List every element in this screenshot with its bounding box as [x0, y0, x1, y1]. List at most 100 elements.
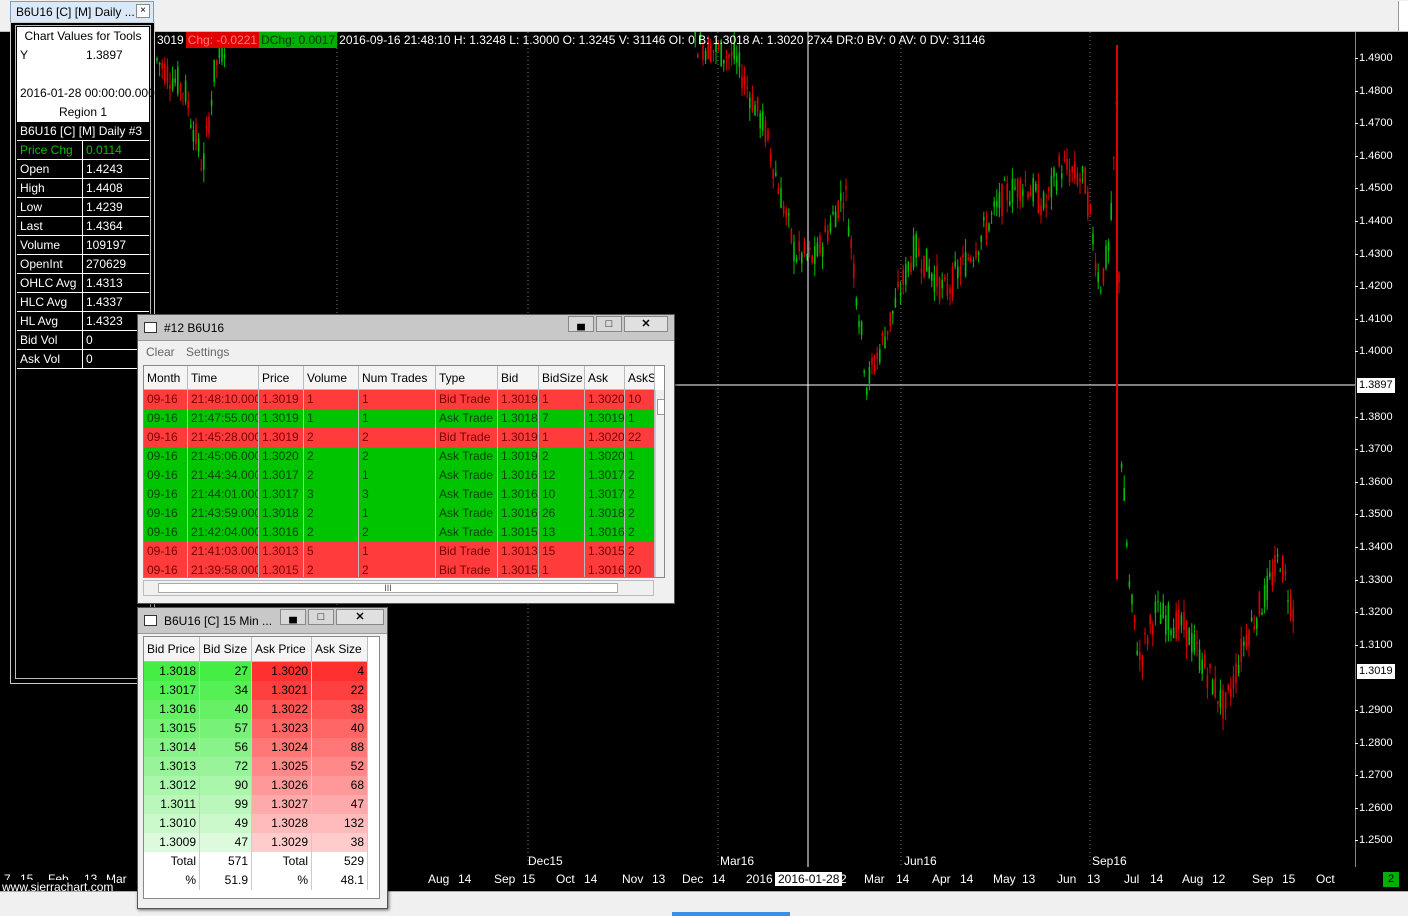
- dom-level-row[interactable]: 1.3010 49 1.3028 132: [144, 814, 368, 833]
- dom-level-row[interactable]: 1.3013 72 1.3025 52: [144, 757, 368, 776]
- bid-cell[interactable]: 1.3014: [144, 738, 200, 757]
- bid-cell[interactable]: 57: [200, 719, 252, 738]
- bid-cell[interactable]: 99: [200, 795, 252, 814]
- bid-cell[interactable]: 49: [200, 814, 252, 833]
- bid-cell[interactable]: 72: [200, 757, 252, 776]
- ask-cell[interactable]: 1.3025: [252, 757, 312, 776]
- ts-table-row[interactable]: 09-16 21:42:04.000 1.3016 2 2 Ask Trade 1.3015…: [144, 523, 655, 542]
- ts-table-row[interactable]: 09-16 21:44:01.000 1.3017 3 3 Ask Trade 1.3016…: [144, 485, 655, 504]
- bid-cell[interactable]: 90: [200, 776, 252, 795]
- dom-level-row[interactable]: 1.3018 27 1.3020 4: [144, 662, 368, 681]
- ts-column-header[interactable]: Time: [188, 366, 259, 389]
- ask-cell[interactable]: 38: [312, 833, 368, 852]
- ts-column-header[interactable]: AskS: [625, 366, 655, 389]
- close-button[interactable]: ✕: [336, 609, 384, 625]
- ts-table-row[interactable]: 09-16 21:45:06.000 1.3020 2 2 Ask Trade 1.3019…: [144, 447, 655, 466]
- bid-cell[interactable]: 1.3018: [144, 662, 200, 681]
- settings-menu[interactable]: Settings: [186, 345, 229, 359]
- ts-column-header[interactable]: Price: [259, 366, 304, 389]
- close-button[interactable]: ✕: [624, 316, 668, 332]
- candle-body: [1040, 205, 1042, 216]
- ask-cell[interactable]: 40: [312, 719, 368, 738]
- bid-cell[interactable]: 56: [200, 738, 252, 757]
- ask-cell[interactable]: 47: [312, 795, 368, 814]
- ts-column-header[interactable]: Bid: [498, 366, 539, 389]
- bid-cell[interactable]: 40: [200, 700, 252, 719]
- vertical-scrollbar[interactable]: [655, 390, 664, 577]
- candle-body: [1167, 604, 1170, 630]
- ask-cell[interactable]: 52: [312, 757, 368, 776]
- ask-cell[interactable]: 1.3027: [252, 795, 312, 814]
- bid-cell[interactable]: 1.3011: [144, 795, 200, 814]
- bid-cell[interactable]: 1.3017: [144, 681, 200, 700]
- restore-button[interactable]: □: [596, 316, 622, 332]
- ts-table-row[interactable]: 09-16 21:39:58.000 1.3015 2 2 Bid Trade 1.3015…: [144, 561, 655, 577]
- bid-cell[interactable]: 1.3013: [144, 757, 200, 776]
- dom-level-row[interactable]: 1.3015 57 1.3023 40: [144, 719, 368, 738]
- ts-table-row[interactable]: 09-16 21:47:55.000 1.3019 1 1 Ask Trade 1.3018…: [144, 409, 655, 428]
- bid-cell[interactable]: 27: [200, 662, 252, 681]
- dom-level-row[interactable]: 1.3011 99 1.3027 47: [144, 795, 368, 814]
- bid-cell[interactable]: 1.3010: [144, 814, 200, 833]
- ts-table-row[interactable]: 09-16 21:48:10.000 1.3019 1 1 Bid Trade 1.3019…: [144, 390, 655, 409]
- ts-column-header[interactable]: Num Trades: [359, 366, 436, 389]
- dom-title-bar[interactable]: B6U16 [C] 15 Min ... ▄ □ ✕: [138, 608, 387, 634]
- ask-cell[interactable]: 88: [312, 738, 368, 757]
- ts-table-row[interactable]: 09-16 21:44:34.000 1.3017 2 1 Ask Trade 1.3016…: [144, 466, 655, 485]
- chart-tab[interactable]: B6U16 [C] [M] Daily ...: [10, 1, 154, 23]
- ask-cell[interactable]: 1.3028: [252, 814, 312, 833]
- ask-cell[interactable]: 38: [312, 700, 368, 719]
- dom-level-row[interactable]: 1.3012 90 1.3026 68: [144, 776, 368, 795]
- ts-column-header[interactable]: Ask: [585, 366, 625, 389]
- dom-column-header: Bid Size: [200, 637, 252, 661]
- dom-level-row[interactable]: 1.3016 40 1.3022 38: [144, 700, 368, 719]
- restore-button[interactable]: □: [308, 609, 334, 625]
- ask-cell[interactable]: 132: [312, 814, 368, 833]
- dom-level-row[interactable]: 1.3009 47 1.3029 38: [144, 833, 368, 852]
- ts-table-row[interactable]: 09-16 21:43:59.000 1.3018 2 1 Ask Trade 1.3016…: [144, 504, 655, 523]
- bid-cell[interactable]: 47: [200, 833, 252, 852]
- chart-value-label: Low: [17, 198, 83, 216]
- ts-column-header[interactable]: Type: [436, 366, 498, 389]
- chart-value-number: 1.4243: [86, 162, 123, 176]
- dom-level-row[interactable]: 1.3017 34 1.3021 22: [144, 681, 368, 700]
- dom-level-row[interactable]: 1.3014 56 1.3024 88: [144, 738, 368, 757]
- ts-column-header[interactable]: BidSize: [539, 366, 585, 389]
- ask-cell[interactable]: 1.3020: [252, 662, 312, 681]
- minimize-button[interactable]: ▄: [280, 609, 306, 625]
- bid-cell[interactable]: 1.3015: [144, 719, 200, 738]
- ask-cell[interactable]: 4: [312, 662, 368, 681]
- ask-cell[interactable]: 1.3022: [252, 700, 312, 719]
- ts-table[interactable]: Month Time Price Volume Num Trades Type Bid Bid…: [143, 365, 665, 578]
- ask-cell[interactable]: 68: [312, 776, 368, 795]
- ask-cell[interactable]: 1.3023: [252, 719, 312, 738]
- horizontal-scrollbar[interactable]: III: [143, 580, 654, 596]
- market-depth-window[interactable]: B6U16 [C] 15 Min ... ▄ □ ✕ Bid Price Bid …: [137, 607, 388, 909]
- ts-column-header[interactable]: Month: [144, 366, 188, 389]
- ts-column-header[interactable]: Volume: [304, 366, 359, 389]
- bid-cell[interactable]: 1.3012: [144, 776, 200, 795]
- bid-cell[interactable]: 1.3009: [144, 833, 200, 852]
- ask-cell[interactable]: 1.3029: [252, 833, 312, 852]
- dom-table[interactable]: Bid Price Bid Size Ask Price Ask Size 1.301…: [143, 636, 380, 899]
- price-axis[interactable]: 1.4900 1.4800 1.4700 1.4600 1.4500 1.4400 1.43…: [1355, 32, 1408, 867]
- close-icon[interactable]: ×: [136, 4, 150, 18]
- ask-cell[interactable]: 1.3024: [252, 738, 312, 757]
- ask-cell[interactable]: 1.3026: [252, 776, 312, 795]
- ask-cell[interactable]: 22: [312, 681, 368, 700]
- vscroll-thumb[interactable]: [657, 399, 664, 415]
- candle-body: [850, 239, 852, 248]
- ts-title-bar[interactable]: #12 B6U16 ▄ □ ✕: [138, 315, 674, 341]
- ts-table-row[interactable]: 09-16 21:41:03.000 1.3013 5 1 Bid Trade 1.3013…: [144, 542, 655, 561]
- bid-cell[interactable]: 1.3016: [144, 700, 200, 719]
- hscroll-thumb[interactable]: III: [158, 583, 618, 593]
- ts-table-row[interactable]: 09-16 21:45:28.000 1.3019 2 2 Bid Trade 1.3019…: [144, 428, 655, 447]
- ask-cell[interactable]: 1.3021: [252, 681, 312, 700]
- clear-menu[interactable]: Clear: [146, 345, 175, 359]
- minimize-button[interactable]: ▄: [568, 316, 594, 332]
- region-badge[interactable]: 2: [1383, 872, 1399, 887]
- bid-cell[interactable]: 34: [200, 681, 252, 700]
- scrollbar-thumb[interactable]: [672, 912, 790, 916]
- time-and-sales-window[interactable]: #12 B6U16 ▄ □ ✕ Clear Settings Month Time…: [137, 314, 675, 604]
- price-tick-label: 1.3300: [1355, 573, 1393, 586]
